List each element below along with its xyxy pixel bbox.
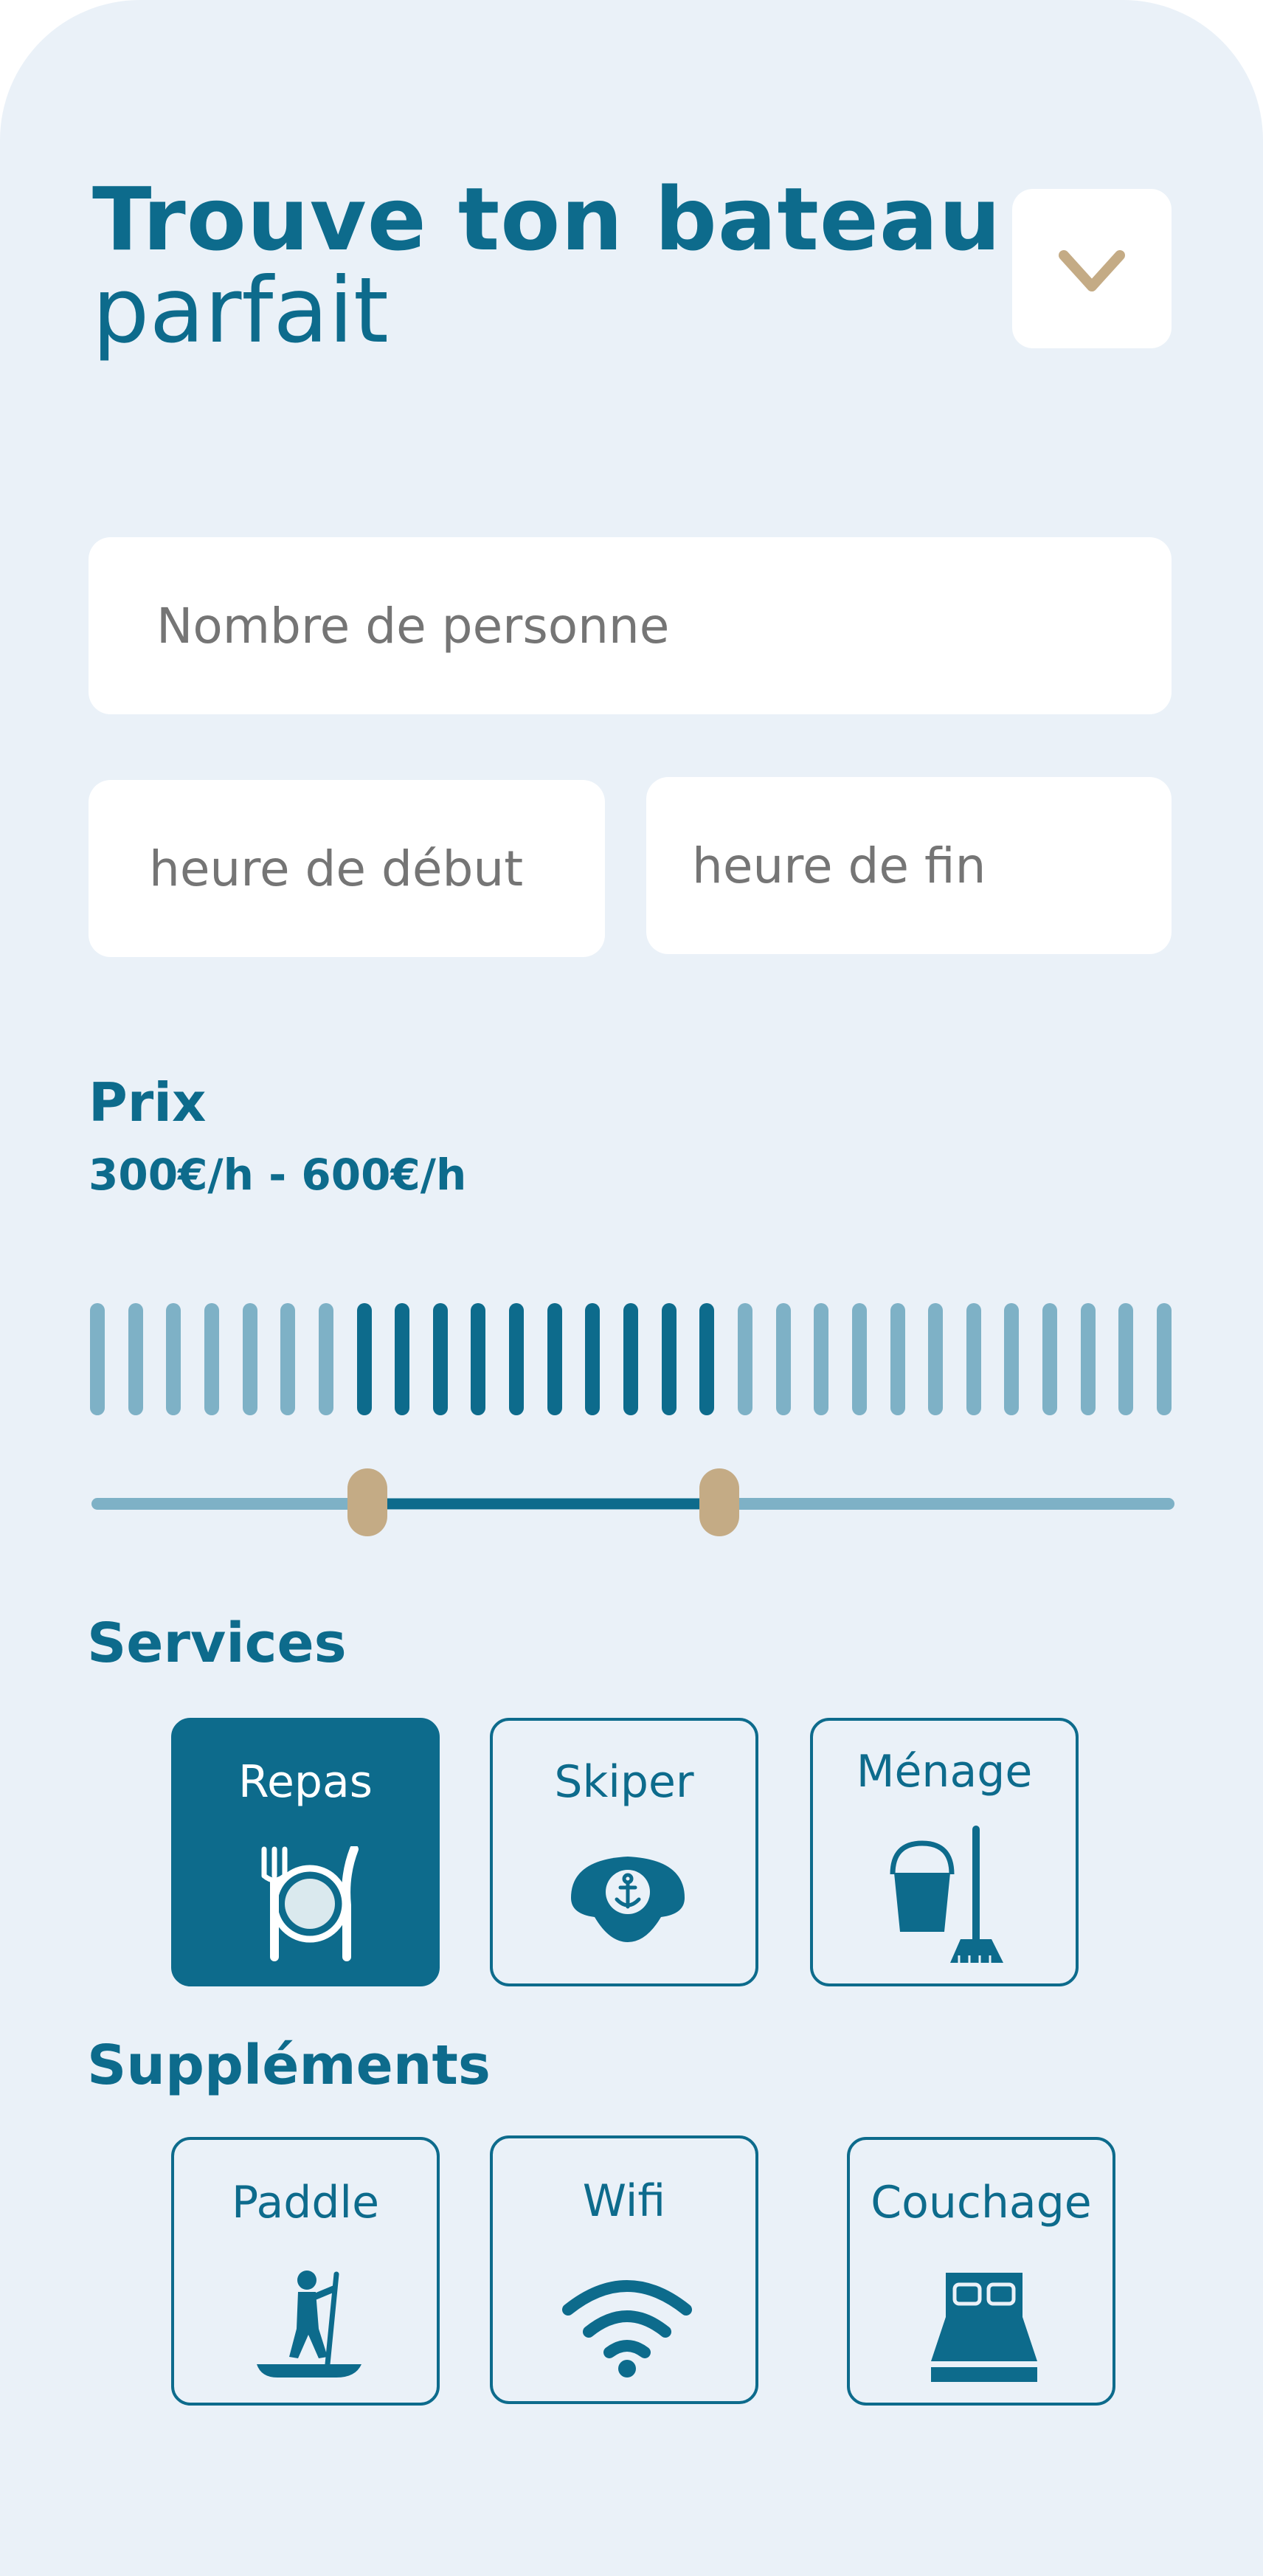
price-histogram-bar (1081, 1303, 1096, 1415)
filter-panel: Trouve ton bateau parfait Prix 300€/h - … (0, 0, 1263, 2576)
price-histogram-bar (128, 1303, 143, 1415)
start-time-input[interactable] (89, 780, 605, 957)
price-histogram-bar (928, 1303, 943, 1415)
cleaning-icon (890, 1826, 1003, 1963)
price-histogram-bar (662, 1303, 677, 1415)
price-histogram-bar (1157, 1303, 1172, 1415)
price-label: Prix (89, 1071, 207, 1133)
price-histogram (0, 1303, 1263, 1415)
price-histogram-bar (395, 1303, 409, 1415)
price-slider-max-handle[interactable] (699, 1468, 739, 1536)
price-histogram-bar (471, 1303, 485, 1415)
price-range-text: 300€/h - 600€/h (89, 1150, 467, 1200)
price-histogram-bar (509, 1303, 524, 1415)
service-tile-skiper[interactable]: Skiper (490, 1718, 758, 1986)
paddle-icon (257, 2271, 361, 2378)
price-slider-range (367, 1499, 719, 1509)
service-tile-menage[interactable]: Ménage (810, 1718, 1079, 1986)
supplement-tile-wifi[interactable]: Wifi (490, 2135, 758, 2404)
price-histogram-bar (699, 1303, 714, 1415)
price-histogram-bar (433, 1303, 448, 1415)
end-time-input[interactable] (646, 777, 1172, 954)
service-label-repas: Repas (238, 1756, 373, 1808)
service-tile-repas[interactable]: Repas (171, 1718, 440, 1986)
price-histogram-bar (890, 1303, 905, 1415)
page-subtitle: parfait (92, 258, 389, 363)
meal-icon (261, 1846, 359, 1961)
price-histogram-bar (776, 1303, 791, 1415)
price-histogram-bar (1004, 1303, 1019, 1415)
price-histogram-bar (547, 1303, 562, 1415)
price-histogram-bar (90, 1303, 105, 1415)
collapse-button[interactable] (1012, 189, 1172, 348)
services-heading: Services (87, 1612, 347, 1675)
price-histogram-bar (243, 1303, 257, 1415)
price-histogram-bar (319, 1303, 333, 1415)
chevron-down-icon (1059, 250, 1125, 291)
price-histogram-bar (1042, 1303, 1057, 1415)
price-histogram-bar (623, 1303, 638, 1415)
supplement-tile-couchage[interactable]: Couchage (847, 2137, 1115, 2406)
price-histogram-bar (966, 1303, 981, 1415)
persons-input[interactable] (89, 537, 1172, 714)
bed-icon (931, 2273, 1037, 2382)
service-label-menage: Ménage (856, 1746, 1033, 1798)
price-histogram-bar (738, 1303, 752, 1415)
price-histogram-bar (1118, 1303, 1133, 1415)
price-histogram-bar (852, 1303, 867, 1415)
price-histogram-bar (280, 1303, 295, 1415)
price-histogram-bar (204, 1303, 219, 1415)
wifi-icon (562, 2280, 692, 2378)
price-histogram-bar (166, 1303, 181, 1415)
service-label-skiper: Skiper (554, 1756, 694, 1808)
price-histogram-bar (357, 1303, 372, 1415)
captain-hat-icon (571, 1857, 685, 1942)
price-histogram-bar (585, 1303, 600, 1415)
price-slider-min-handle[interactable] (347, 1468, 387, 1536)
price-histogram-bar (814, 1303, 828, 1415)
supplement-tile-paddle[interactable]: Paddle (171, 2137, 440, 2406)
supplement-label-couchage: Couchage (871, 2177, 1092, 2228)
supplement-label-paddle: Paddle (231, 2177, 379, 2228)
page-title: Trouve ton bateau (92, 168, 1002, 270)
supplements-heading: Suppléments (87, 2034, 491, 2097)
supplement-label-wifi: Wifi (582, 2175, 666, 2227)
